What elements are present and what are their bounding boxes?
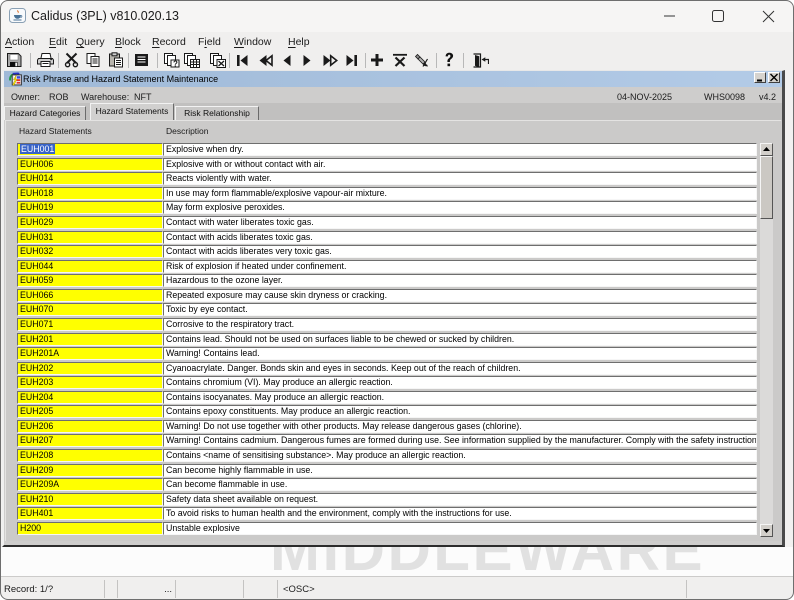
svg-text:?: ? bbox=[173, 59, 178, 68]
